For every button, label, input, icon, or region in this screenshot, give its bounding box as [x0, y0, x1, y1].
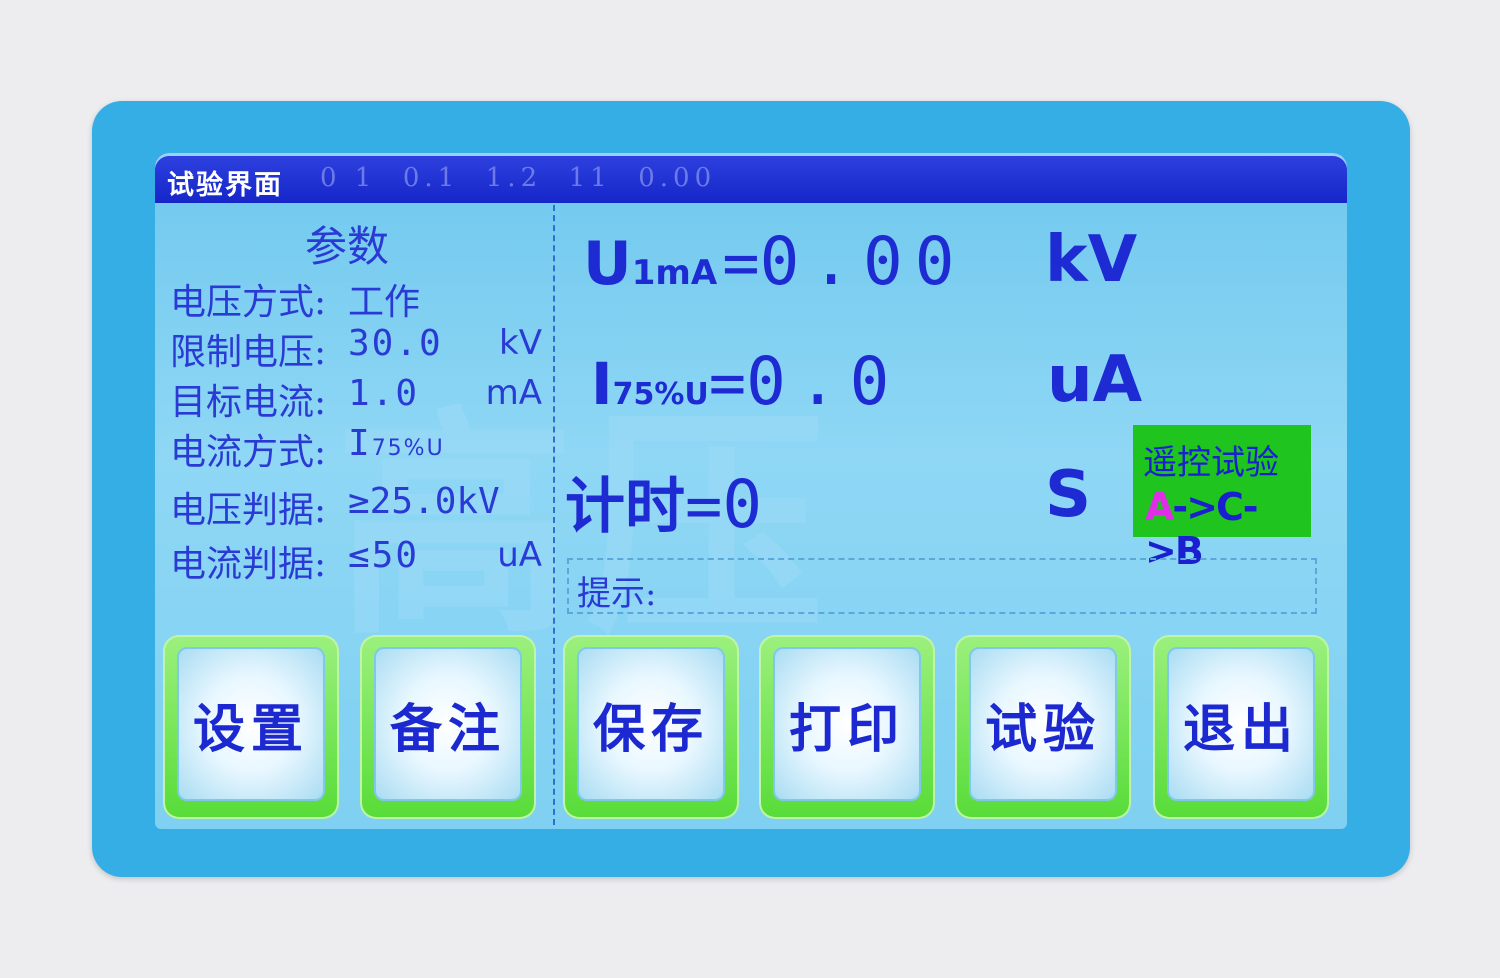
param-unit: uA	[497, 535, 542, 575]
param-unit: kV	[499, 323, 542, 363]
param-value: 工作	[348, 282, 421, 323]
reading-i75: I75%U=0.0	[591, 343, 901, 420]
reading-timer: 计时=0	[565, 458, 774, 545]
button-face[interactable]: 保存	[577, 647, 725, 801]
reading-equals: =	[722, 226, 760, 299]
param-value: 1.0	[348, 373, 420, 414]
reading-name: I	[591, 350, 613, 418]
unit-ua: uA	[1047, 343, 1143, 417]
notes-button[interactable]: 备注	[360, 635, 536, 819]
save-button[interactable]: 保存	[563, 635, 739, 819]
title-bar: 试验界面 0 1 0.1 1.2 11 0.00	[155, 153, 1347, 203]
reading-value: 0.00	[759, 223, 967, 300]
param-voltage-mode: 电压方式: 工作	[170, 273, 542, 323]
exit-button[interactable]: 退出	[1153, 635, 1329, 819]
hint-label: 提示:	[577, 574, 657, 614]
remote-label: 遥控试验	[1143, 443, 1279, 483]
button-face[interactable]: 退出	[1167, 647, 1315, 801]
param-current-criterion: 电流判据: ≤50 uA	[170, 535, 542, 585]
hint-box: 提示:	[567, 558, 1317, 614]
button-label: 设置	[192, 698, 309, 760]
param-current-mode: 电流方式: I75%U	[170, 423, 542, 473]
param-voltage-criterion: 电压判据: ≥25.0kV	[170, 481, 542, 531]
unit-kv: kV	[1045, 223, 1138, 297]
button-face[interactable]: 设置	[177, 647, 325, 801]
reading-subscript: 75%U	[612, 377, 709, 412]
button-label: 打印	[788, 698, 905, 760]
reading-subscript: 1mA	[631, 253, 718, 293]
button-face[interactable]: 打印	[773, 647, 921, 801]
panel-divider	[553, 205, 555, 825]
param-target-current: 目标电流: 1.0 mA	[170, 373, 542, 423]
reading-name: 计时	[565, 472, 685, 542]
unit-seconds: S	[1045, 458, 1092, 532]
param-label: 电流判据:	[170, 544, 327, 585]
param-unit: mA	[485, 373, 542, 413]
param-value-sub: 75%U	[371, 436, 445, 461]
button-label: 备注	[389, 698, 506, 760]
param-value: 30.0	[348, 323, 443, 364]
print-button[interactable]: 打印	[759, 635, 935, 819]
button-face[interactable]: 试验	[969, 647, 1117, 801]
param-value: I75%U	[348, 423, 445, 464]
button-label: 保存	[592, 698, 709, 760]
param-label: 电流方式:	[170, 432, 327, 473]
param-value-main: I	[348, 423, 372, 464]
phase-a: A	[1145, 485, 1174, 529]
reading-u1ma: U1mA =0.00	[583, 223, 967, 300]
param-label: 限制电压:	[170, 332, 327, 373]
reading-value: 0.0	[746, 343, 902, 420]
reading-equals: =	[708, 346, 747, 419]
remote-test-indicator: 遥控试验 A->C->B	[1133, 425, 1311, 573]
test-button[interactable]: 试验	[955, 635, 1131, 819]
param-value: ≥25.0kV	[348, 481, 500, 522]
button-label: 试验	[984, 698, 1101, 760]
reading-equals: =	[685, 469, 723, 542]
lcd-screen: 试验界面 0 1 0.1 1.2 11 0.00 高压 参数 电压方式: 工作 …	[155, 153, 1347, 829]
title-status-readout: 0 1 0.1 1.2 11 0.00	[320, 163, 717, 193]
reading-name: U	[583, 229, 632, 299]
param-limit-voltage: 限制电压: 30.0 kV	[170, 323, 542, 373]
button-face[interactable]: 备注	[374, 647, 522, 801]
param-label: 电压判据:	[170, 490, 327, 531]
button-label: 退出	[1182, 698, 1299, 760]
param-label: 电压方式:	[170, 282, 327, 323]
param-label: 目标电流:	[170, 382, 327, 423]
params-title: 参数	[305, 222, 390, 271]
param-value: ≤50	[348, 535, 420, 576]
settings-button[interactable]: 设置	[163, 635, 339, 819]
window-title: 试验界面	[167, 170, 283, 201]
reading-value: 0	[722, 466, 775, 543]
